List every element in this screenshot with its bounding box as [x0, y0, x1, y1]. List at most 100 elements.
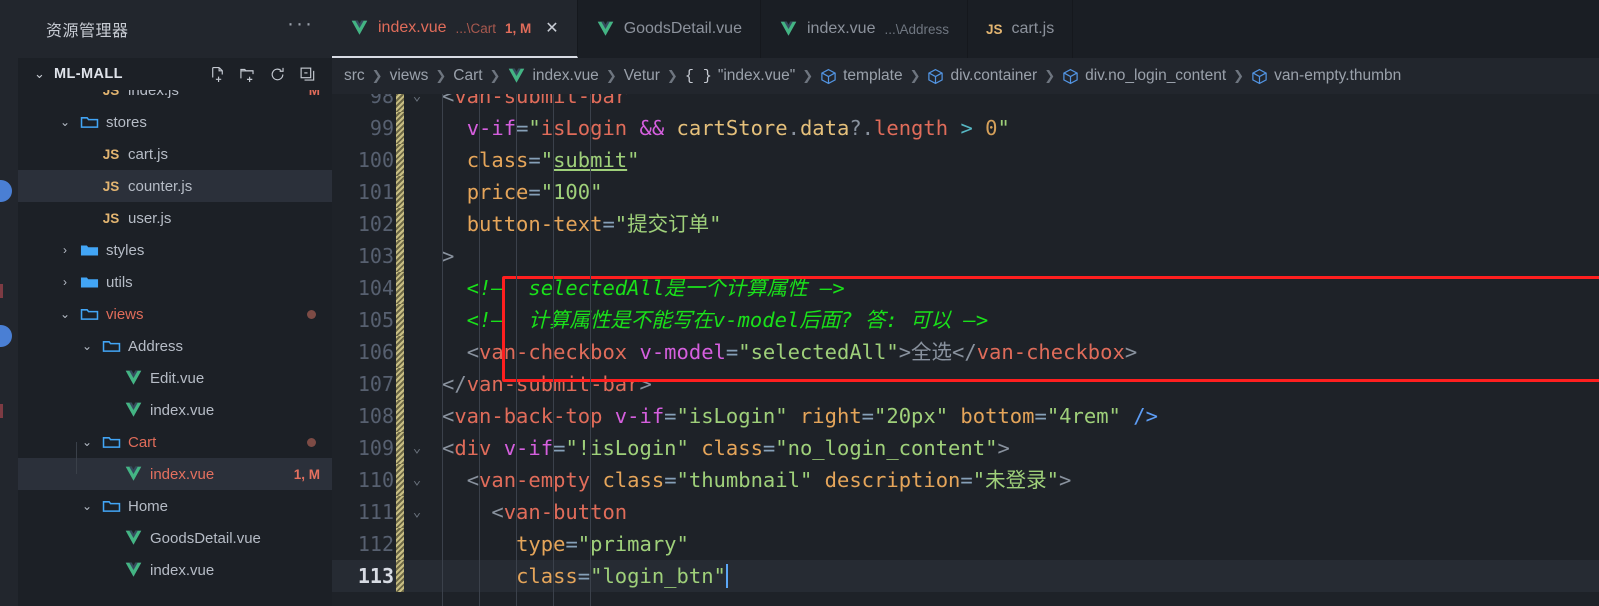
code-text: <div v-if="!isLogin" class="no_login_con… — [442, 436, 1010, 460]
file-icon-slot — [120, 530, 146, 547]
chevron-down-icon[interactable]: ⌄ — [54, 115, 76, 129]
code-line-99[interactable]: 99 v-if="isLogin && cartStore.data?.leng… — [332, 112, 1599, 144]
fold-chevron-icon[interactable]: ⌄ — [404, 432, 430, 464]
chevron-down-icon[interactable]: ⌄ — [54, 307, 76, 321]
breadcrumb-label: views — [389, 67, 429, 84]
tree-file-goodsdetail-vue[interactable]: GoodsDetail.vue — [18, 522, 332, 554]
vue-file-icon — [596, 21, 615, 38]
refresh-icon[interactable] — [269, 66, 286, 83]
breadcrumb-item-div.container[interactable]: div.container — [927, 67, 1037, 85]
vue-file-icon — [124, 402, 143, 419]
tab-label: GoodsDetail.vue — [623, 20, 742, 37]
code-editor[interactable]: 98 ⌄ <van-submit-bar 99 v-if="isLogin && ca… — [332, 94, 1599, 606]
code-line-101[interactable]: 101 price="100" — [332, 176, 1599, 208]
code-line-113[interactable]: 113 class="login_btn" — [332, 560, 1599, 592]
chevron-right-icon[interactable]: › — [54, 243, 76, 257]
fold-chevron-icon[interactable]: ⌄ — [404, 94, 430, 112]
code-text: <van-back-top v-if="isLogin" right="20px… — [442, 404, 1158, 428]
chevron-down-icon[interactable]: ⌄ — [34, 66, 54, 82]
tree-folder-views[interactable]: ⌄ views — [18, 298, 332, 330]
code-text: type="primary" — [516, 532, 689, 556]
editor-tab-bar[interactable]: index.vue ...\Cart 1, M ✕ GoodsDetail.vue ind… — [332, 0, 1599, 58]
chevron-down-icon[interactable]: ⌄ — [76, 339, 98, 353]
more-actions-icon[interactable]: ··· — [287, 13, 314, 39]
tree-file-edit-vue[interactable]: Edit.vue — [18, 362, 332, 394]
folder-open-icon — [102, 498, 121, 514]
folder-icon — [80, 242, 99, 258]
breadcrumb-label: Cart — [453, 67, 483, 84]
tree-indent-guide — [76, 442, 77, 474]
chevron-down-icon[interactable]: ⌄ — [76, 499, 98, 513]
modified-lines-gutter — [396, 272, 404, 304]
editor-tab-index-vue-address[interactable]: index.vue ...\Address — [760, 0, 969, 58]
tree-folder-cart[interactable]: ⌄ Cart — [18, 426, 332, 458]
editor-tab-goodsdetail-vue[interactable]: GoodsDetail.vue — [577, 0, 761, 58]
tree-item-label: counter.js — [128, 177, 193, 195]
activity-bar[interactable] — [0, 0, 18, 606]
file-tree[interactable]: JS index.js M ⌄ stores JS cart.js JS counter.js J… — [18, 90, 332, 606]
chevron-right-icon[interactable]: › — [54, 275, 76, 289]
code-line-109[interactable]: 109 ⌄ <div v-if="!isLogin" class="no_login… — [332, 432, 1599, 464]
breadcrumb-item-template[interactable]: template — [820, 67, 903, 85]
breadcrumb[interactable]: src ❯ views ❯ Cart ❯ index.vue ❯ Vetur ❯ { } "index… — [332, 58, 1599, 94]
tree-file-cart-js[interactable]: JS cart.js — [18, 138, 332, 170]
tree-file-index-js[interactable]: JS index.js M — [18, 90, 332, 106]
tree-folder-styles[interactable]: › styles — [18, 234, 332, 266]
tree-folder-address[interactable]: ⌄ Address — [18, 330, 332, 362]
tree-item-label: views — [106, 305, 144, 323]
explorer-sidebar: 资源管理器 ··· ⌄ ML-MALL JS index.js M ⌄ stor… — [18, 0, 332, 606]
file-icon-slot — [98, 434, 124, 450]
code-line-108[interactable]: 108 <van-back-top v-if="isLogin" right="2… — [332, 400, 1599, 432]
breadcrumb-item-index.vue[interactable]: index.vue — [507, 67, 599, 85]
tree-folder-home[interactable]: ⌄ Home — [18, 490, 332, 522]
code-text: <!— 计算属性是不能写在v-model后面? 答: 可以 —> — [442, 308, 989, 332]
chevron-down-icon[interactable]: ⌄ — [76, 435, 98, 449]
editor-tab-index-vue-cart[interactable]: index.vue ...\Cart 1, M ✕ — [332, 0, 578, 58]
tree-folder-utils[interactable]: › utils — [18, 266, 332, 298]
collapse-all-icon[interactable] — [299, 66, 316, 83]
code-text: <van-submit-bar — [442, 94, 628, 108]
activity-badge-2 — [0, 325, 12, 347]
line-number: 98 — [369, 94, 394, 108]
breadcrumb-item-div.no_login_content[interactable]: div.no_login_content — [1062, 67, 1226, 85]
tree-file-user-js[interactable]: JS user.js — [18, 202, 332, 234]
new-folder-icon[interactable] — [239, 66, 256, 83]
code-line-100[interactable]: 100 class="submit" — [332, 144, 1599, 176]
code-line-106[interactable]: 106 <van-checkbox v-model="selectedAll">… — [332, 336, 1599, 368]
code-line-107[interactable]: 107 </van-submit-bar> — [332, 368, 1599, 400]
code-line-110[interactable]: 110 ⌄ <van-empty class="thumbnail" descri… — [332, 464, 1599, 496]
code-line-104[interactable]: 104 <!— selectedAll是一个计算属性 —> — [332, 272, 1599, 304]
code-line-102[interactable]: 102 button-text="提交订单" — [332, 208, 1599, 240]
new-file-icon[interactable] — [209, 66, 226, 83]
workspace-root-row[interactable]: ⌄ ML-MALL — [18, 58, 332, 90]
editor-tab-cart-js[interactable]: JS cart.js — [968, 0, 1074, 58]
fold-chevron-icon[interactable]: ⌄ — [404, 464, 430, 496]
tree-file-index-vue[interactable]: index.vue — [18, 554, 332, 586]
code-line-98[interactable]: 98 ⌄ <van-submit-bar — [332, 94, 1599, 112]
breadcrumb-item-index.vue[interactable]: { } "index.vue" — [685, 67, 795, 85]
tree-folder-stores[interactable]: ⌄ stores — [18, 106, 332, 138]
tree-item-label: Home — [128, 497, 169, 515]
fold-chevron-icon[interactable]: ⌄ — [404, 496, 430, 528]
workspace-root-label: ML-MALL — [54, 66, 123, 82]
code-line-105[interactable]: 105 <!— 计算属性是不能写在v-model后面? 答: 可以 —> — [332, 304, 1599, 336]
tree-file-index-vue[interactable]: index.vue — [18, 394, 332, 426]
line-number: 108 — [357, 404, 394, 428]
code-line-112[interactable]: 112 type="primary" — [332, 528, 1599, 560]
breadcrumb-item-views[interactable]: views — [390, 67, 429, 85]
breadcrumb-item-vanempty.thumbn[interactable]: van-empty.thumbn — [1251, 67, 1401, 85]
symbol-cube-icon — [927, 68, 944, 85]
breadcrumb-item-vetur[interactable]: Vetur — [624, 67, 660, 85]
vue-file-icon — [350, 20, 369, 37]
tree-file-counter-js[interactable]: JS counter.js — [18, 170, 332, 202]
file-icon-slot: JS — [98, 147, 124, 162]
close-icon[interactable]: ✕ — [545, 18, 558, 38]
line-number: 102 — [357, 212, 394, 236]
breadcrumb-item-cart[interactable]: Cart — [453, 67, 482, 85]
tree-file-index-vue[interactable]: index.vue 1, M — [18, 458, 332, 490]
code-line-103[interactable]: 103 > — [332, 240, 1599, 272]
tab-label: index.vue — [806, 20, 876, 37]
tree-item-label: styles — [106, 241, 145, 259]
code-line-111[interactable]: 111 ⌄ <van-button — [332, 496, 1599, 528]
breadcrumb-item-src[interactable]: src — [344, 67, 365, 85]
